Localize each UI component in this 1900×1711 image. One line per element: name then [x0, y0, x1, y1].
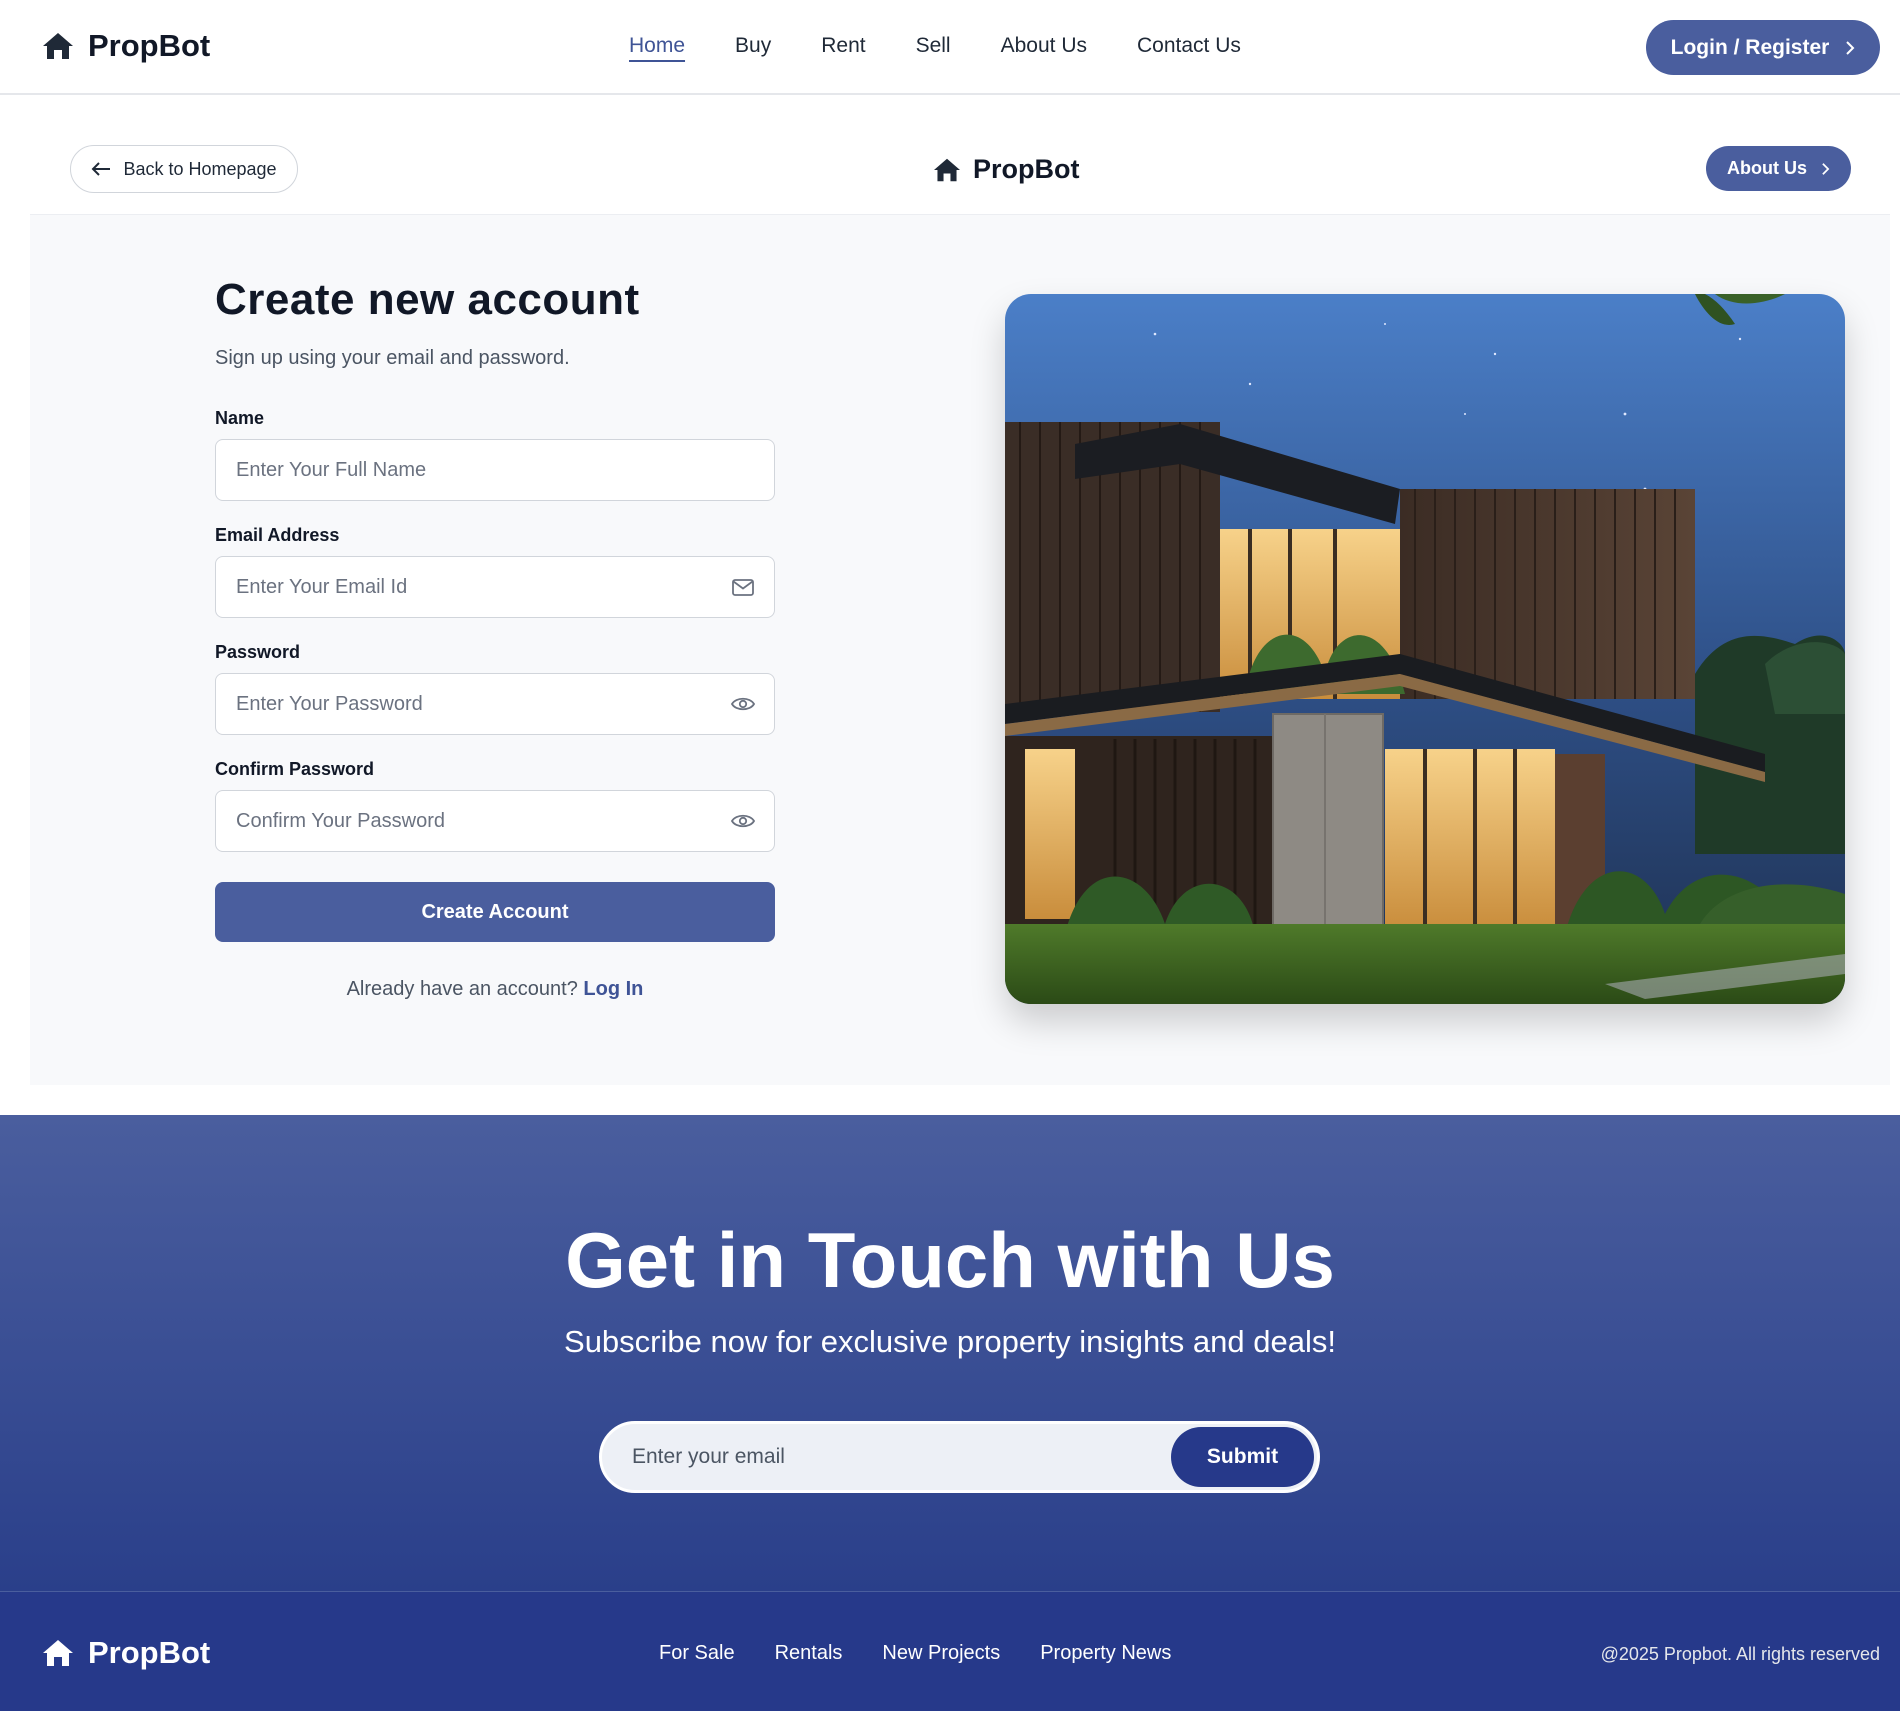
center-brand-logo: PropBot [933, 154, 1079, 185]
newsletter-submit-button[interactable]: Submit [1171, 1427, 1314, 1487]
create-account-button[interactable]: Create Account [215, 882, 775, 942]
chevron-right-icon [1822, 162, 1830, 175]
home-icon [934, 158, 960, 181]
name-field-wrap [215, 439, 775, 501]
nav-link-buy[interactable]: Buy [735, 34, 771, 58]
footer-link-rentals[interactable]: Rentals [775, 1642, 843, 1665]
name-label: Name [215, 408, 265, 428]
footer: PropBot For Sale Rentals New Projects Pr… [0, 1591, 1900, 1711]
nav-link-contact-us[interactable]: Contact Us [1137, 34, 1241, 58]
login-prompt: Already have an account? Log In [215, 978, 775, 1001]
footer-brand-logo[interactable]: PropBot [42, 1635, 210, 1671]
newsletter-title: Get in Touch with Us [565, 1216, 1335, 1304]
about-us-label: About Us [1727, 158, 1807, 178]
footer-link-for-sale[interactable]: For Sale [659, 1642, 735, 1665]
form-title: Create new account [215, 275, 640, 324]
email-field-wrap [215, 556, 775, 618]
sub-header: Back to Homepage PropBot About Us [30, 97, 1890, 215]
house-image [1005, 294, 1845, 1004]
brand-name: PropBot [88, 28, 211, 63]
newsletter-section: Get in Touch with Us Subscribe now for e… [0, 1115, 1900, 1591]
footer-nav: For Sale Rentals New Projects Property N… [659, 1642, 1171, 1665]
signup-form: Create new account Sign up using your em… [215, 275, 775, 1001]
footer-link-property-news[interactable]: Property News [1040, 1642, 1171, 1665]
password-field-wrap [215, 673, 775, 735]
form-subtitle: Sign up using your email and password. [215, 347, 570, 369]
footer-link-new-projects[interactable]: New Projects [882, 1642, 1000, 1665]
chevron-right-icon [1846, 40, 1855, 55]
email-label: Email Address [215, 525, 340, 545]
arrow-left-icon [92, 162, 111, 176]
home-icon [43, 1640, 73, 1666]
newsletter-subtitle: Subscribe now for exclusive property ins… [564, 1324, 1336, 1359]
about-us-button[interactable]: About Us [1706, 146, 1851, 191]
home-icon [43, 33, 73, 59]
newsletter-email-input[interactable] [632, 1424, 1152, 1490]
nav-link-sell[interactable]: Sell [916, 34, 951, 58]
nav-link-rent[interactable]: Rent [821, 34, 865, 58]
copyright-text: @2025 Propbot. All rights reserved [1600, 1644, 1880, 1664]
back-to-homepage-label: Back to Homepage [123, 158, 277, 179]
login-register-label: Login / Register [1670, 35, 1830, 59]
eye-icon[interactable] [731, 810, 755, 832]
newsletter-form: Submit [599, 1421, 1320, 1493]
name-input[interactable] [215, 439, 775, 501]
login-link[interactable]: Log In [583, 978, 643, 1000]
brand-name: PropBot [973, 154, 1080, 184]
login-prompt-text: Already have an account? [346, 978, 578, 1000]
mail-icon [731, 576, 755, 598]
confirm-password-input[interactable] [215, 790, 775, 852]
main-nav: Home Buy Rent Sell About Us Contact Us [629, 34, 1241, 58]
password-input[interactable] [215, 673, 775, 735]
nav-link-home[interactable]: Home [629, 34, 685, 58]
login-register-button[interactable]: Login / Register [1646, 20, 1880, 75]
nav-link-about-us[interactable]: About Us [1001, 34, 1087, 58]
back-to-homepage-button[interactable]: Back to Homepage [70, 145, 298, 193]
email-input[interactable] [215, 556, 775, 618]
house-illustration [1005, 294, 1845, 1004]
signup-section: Create new account Sign up using your em… [30, 215, 1890, 1085]
confirm-password-label: Confirm Password [215, 759, 375, 779]
eye-icon[interactable] [731, 693, 755, 715]
brand-logo[interactable]: PropBot [42, 28, 210, 64]
password-label: Password [215, 642, 301, 662]
top-navbar: PropBot Home Buy Rent Sell About Us Cont… [0, 0, 1900, 95]
confirm-password-field-wrap [215, 790, 775, 852]
brand-name: PropBot [88, 1635, 211, 1670]
